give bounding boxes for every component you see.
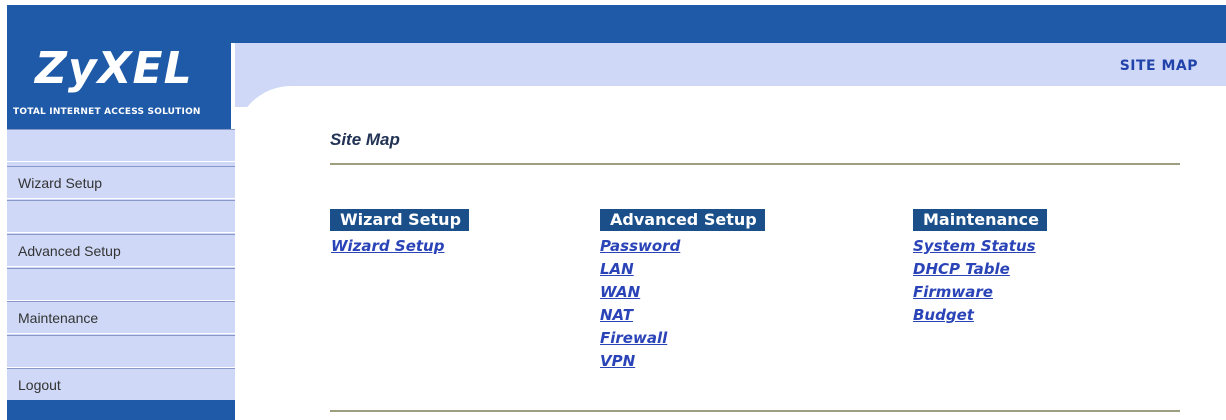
divider-bottom — [330, 410, 1180, 412]
sidebar-item-label[interactable]: Wizard Setup — [18, 175, 102, 191]
sidebar-item-label[interactable]: Maintenance — [18, 310, 98, 326]
sidebar-item-label[interactable]: Logout — [18, 377, 61, 393]
sidebar-spacer — [7, 335, 235, 368]
link-wan[interactable]: WAN — [600, 282, 680, 305]
sidebar-item-advanced-setup[interactable]: Advanced Setup — [7, 234, 235, 267]
divider-top — [330, 163, 1180, 165]
sidebar-item-wizard-setup[interactable]: Wizard Setup — [7, 166, 235, 199]
link-nat[interactable]: NAT — [600, 305, 680, 328]
link-budget[interactable]: Budget — [913, 305, 1036, 328]
zyxel-logo: ZyXEL — [35, 43, 193, 94]
sidebar-item-logout[interactable]: Logout — [7, 368, 235, 401]
top-banner — [7, 5, 1226, 43]
sidebar-spacer — [7, 200, 235, 233]
link-lan[interactable]: LAN — [600, 259, 680, 282]
page-title: Site Map — [330, 130, 400, 149]
link-vpn[interactable]: VPN — [600, 351, 680, 374]
link-list-maintenance: System Status DHCP Table Firmware Budget — [913, 236, 1036, 328]
section-header-maintenance: Maintenance — [913, 209, 1048, 231]
site-map-header-title: SITE MAP — [1119, 58, 1198, 74]
sidebar-spacer — [7, 268, 235, 301]
link-wizard-setup[interactable]: Wizard Setup — [331, 236, 444, 259]
link-list-wizard-setup: Wizard Setup — [331, 236, 444, 259]
link-system-status[interactable]: System Status — [913, 236, 1036, 259]
link-dhcp-table[interactable]: DHCP Table — [913, 259, 1036, 282]
link-list-advanced-setup: Password LAN WAN NAT Firewall VPN — [600, 236, 680, 374]
section-header-advanced-setup: Advanced Setup — [600, 209, 765, 231]
link-firewall[interactable]: Firewall — [600, 328, 680, 351]
sidebar-item-maintenance[interactable]: Maintenance — [7, 301, 235, 334]
link-password[interactable]: Password — [600, 236, 680, 259]
sidebar-footer-bar — [7, 400, 235, 420]
section-header-wizard-setup: Wizard Setup — [330, 209, 470, 231]
sidebar-spacer — [7, 129, 235, 162]
link-firmware[interactable]: Firmware — [913, 282, 1036, 305]
logo-tagline: Total Internet Access Solution — [13, 107, 201, 117]
sidebar-item-label[interactable]: Advanced Setup — [18, 243, 121, 259]
logo-box: ZyXEL Total Internet Access Solution — [7, 43, 231, 129]
sidebar-nav: Wizard Setup Advanced Setup Maintenance … — [7, 129, 235, 420]
